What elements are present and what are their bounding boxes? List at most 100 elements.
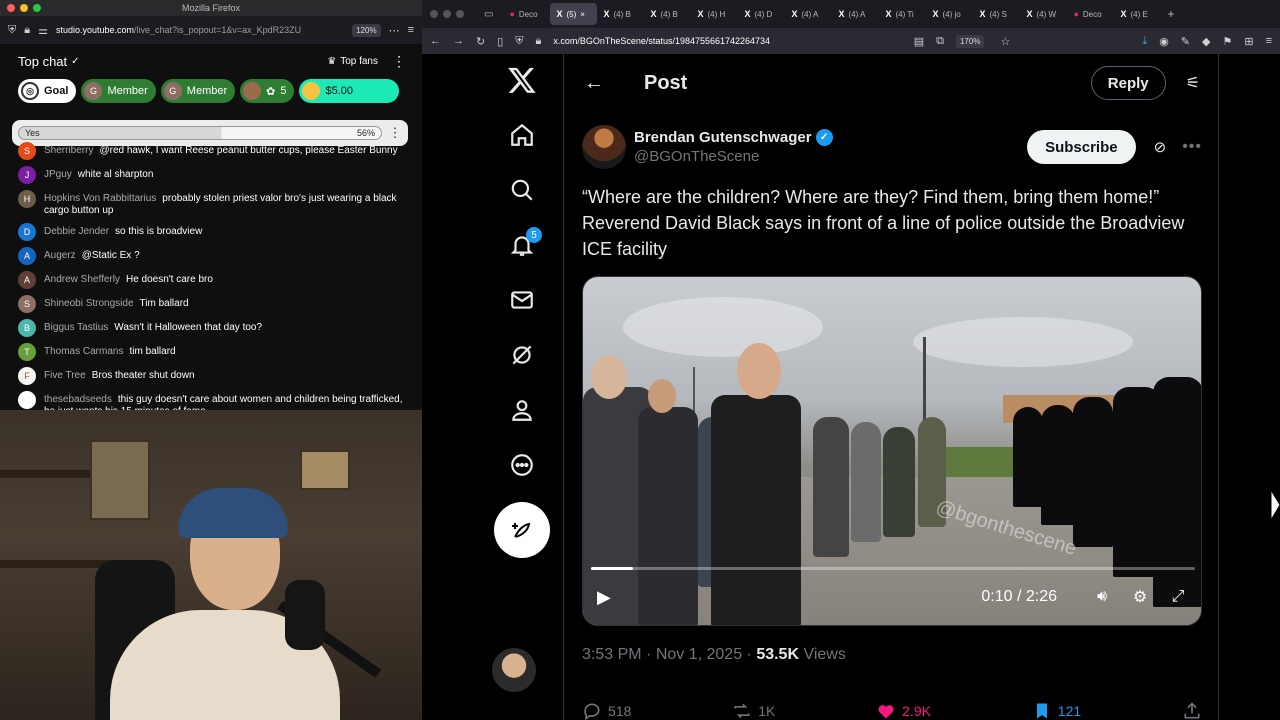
- zoom-level[interactable]: 170%: [955, 34, 985, 48]
- account-avatar[interactable]: [492, 648, 536, 692]
- browser-tab[interactable]: X (4) A: [832, 3, 879, 25]
- chat-message[interactable]: F Five Tree Bros theater shut down: [18, 367, 410, 385]
- chat-message[interactable]: D Debbie Jender so this is broadview: [18, 223, 410, 241]
- menu-icon[interactable]: ≡: [1266, 35, 1272, 47]
- notifications-bell-icon[interactable]: 5: [500, 223, 544, 267]
- settings-gear-icon[interactable]: ⚙: [1129, 586, 1151, 608]
- chat-message[interactable]: B Biggus Tastius Wasn't it Halloween that …: [18, 319, 410, 337]
- sliders-icon[interactable]: ⚟: [1186, 73, 1200, 93]
- volume-icon[interactable]: 🔊︎: [1091, 586, 1113, 608]
- browser-tab[interactable]: ● Deco: [1067, 3, 1114, 25]
- gift-chip[interactable]: ✿ 5: [240, 79, 295, 103]
- member-chip[interactable]: G Member: [160, 79, 236, 103]
- close-window-button[interactable]: [7, 4, 15, 12]
- video-player[interactable]: @bgonthescene ▶ 0:10 / 2:26 🔊︎ ⚙ ⤢: [582, 276, 1202, 626]
- chat-message[interactable]: thesebadseeds this guy doesn't care about…: [18, 391, 410, 410]
- avatar[interactable]: B: [18, 319, 36, 337]
- avatar[interactable]: A: [18, 247, 36, 265]
- chat-author-name[interactable]: Augerz: [44, 250, 76, 261]
- avatar[interactable]: D: [18, 223, 36, 241]
- subscribe-button[interactable]: Subscribe: [1027, 130, 1136, 164]
- extension-icon[interactable]: ✎: [1181, 35, 1190, 48]
- profile-icon[interactable]: [500, 388, 544, 432]
- search-icon[interactable]: [500, 168, 544, 212]
- grok-icon[interactable]: [500, 333, 544, 377]
- chat-message[interactable]: S Sherriberry @red hawk, I want Reese pean…: [18, 142, 410, 160]
- chat-message[interactable]: H Hopkins Von Rabbittarius probably stolen…: [18, 190, 410, 217]
- chat-author-name[interactable]: Biggus Tastius: [44, 322, 108, 333]
- tune-icon[interactable]: ⚌: [38, 24, 48, 37]
- chat-mode-dropdown[interactable]: Top chat ✓: [18, 54, 327, 69]
- author-name-row[interactable]: Brendan Gutenschwager ✓: [634, 129, 1027, 146]
- screenshot-icon[interactable]: ⧉: [936, 35, 944, 48]
- address-bar[interactable]: ⛨ 🔒︎ ⚌ studio.youtube.com/live_chat?is_p…: [0, 16, 422, 44]
- author-avatar[interactable]: [582, 125, 626, 169]
- browser-tab[interactable]: X (4) H: [691, 3, 738, 25]
- avatar[interactable]: S: [18, 142, 36, 160]
- browser-tab[interactable]: X (4) A: [785, 3, 832, 25]
- tab-overview-icon[interactable]: ▭: [484, 9, 493, 20]
- minimize-window-button[interactable]: [443, 10, 451, 18]
- browser-tab[interactable]: X (4) B: [597, 3, 644, 25]
- browser-tab[interactable]: ● Deco: [503, 3, 550, 25]
- post-date[interactable]: Nov 1, 2025: [656, 646, 742, 663]
- url-text[interactable]: studio.youtube.com/live_chat?is_popout=1…: [56, 25, 344, 35]
- avatar[interactable]: J: [18, 166, 36, 184]
- chat-author-name[interactable]: Sherriberry: [44, 145, 93, 156]
- close-tab-icon[interactable]: ×: [580, 10, 585, 19]
- new-tab-icon[interactable]: +: [1167, 7, 1174, 21]
- avatar[interactable]: H: [18, 190, 36, 208]
- super-chat-chip[interactable]: $5.00: [299, 79, 400, 103]
- lock-icon[interactable]: 🔒︎: [24, 24, 30, 37]
- compose-post-button[interactable]: [494, 502, 550, 558]
- maximize-window-button[interactable]: [33, 4, 41, 12]
- browser-tab[interactable]: X (4) Ti: [879, 3, 926, 25]
- x-logo-icon[interactable]: [500, 58, 544, 102]
- browser-tab[interactable]: X (4) S: [973, 3, 1020, 25]
- reader-icon[interactable]: ▤: [914, 35, 924, 48]
- download-icon[interactable]: ⤓: [1142, 35, 1147, 48]
- extension-icon[interactable]: ⚑: [1222, 35, 1232, 48]
- chat-author-name[interactable]: Shineobi Strongside: [44, 298, 134, 309]
- chat-author-name[interactable]: Five Tree: [44, 370, 86, 381]
- shield-icon[interactable]: ⛨: [515, 35, 523, 48]
- like-action[interactable]: 2.9K: [876, 701, 931, 720]
- chat-author-name[interactable]: JPguy: [44, 169, 72, 180]
- browser-tab[interactable]: X (5) ×: [550, 3, 598, 25]
- play-icon[interactable]: ▶: [597, 587, 611, 608]
- more-options-icon[interactable]: •••: [1182, 138, 1202, 156]
- chat-message[interactable]: S Shineobi Strongside Tim ballard: [18, 295, 410, 313]
- avatar[interactable]: F: [18, 367, 36, 385]
- poll-menu-icon[interactable]: ⋮: [388, 125, 402, 141]
- kebab-menu-icon[interactable]: ⋮: [392, 53, 406, 70]
- author-handle[interactable]: @BGOnTheScene: [634, 148, 1027, 165]
- grok-icon[interactable]: ⊘: [1154, 138, 1167, 156]
- post-time[interactable]: 3:53 PM: [582, 646, 642, 663]
- menu-icon[interactable]: ≡: [408, 24, 414, 36]
- shield-icon[interactable]: ⛨: [8, 24, 16, 37]
- minimize-window-button[interactable]: [20, 4, 28, 12]
- extension-icon[interactable]: ⊞: [1244, 35, 1253, 48]
- home-icon[interactable]: [500, 113, 544, 157]
- bookmark-star-icon[interactable]: ☆: [1000, 35, 1010, 48]
- reply-button[interactable]: Reply: [1090, 66, 1166, 100]
- goal-chip[interactable]: ◎ Goal: [18, 79, 77, 103]
- back-arrow-icon[interactable]: ←: [584, 72, 614, 95]
- repost-action[interactable]: 1K: [732, 701, 775, 720]
- author-name[interactable]: Brendan Gutenschwager: [634, 129, 812, 146]
- close-window-button[interactable]: [430, 10, 438, 18]
- chat-message[interactable]: T Thomas Carmans tim ballard: [18, 343, 410, 361]
- member-chip[interactable]: G Member: [81, 79, 156, 103]
- video-progress-bar[interactable]: [591, 567, 1195, 570]
- more-icon[interactable]: ⋯: [389, 24, 400, 37]
- chat-author-name[interactable]: Hopkins Von Rabbittarius: [44, 193, 156, 204]
- avatar[interactable]: S: [18, 295, 36, 313]
- poll-option-bar[interactable]: Yes 56%: [18, 126, 382, 140]
- url-text[interactable]: x.com/BGOnTheScene/status/19847556617422…: [553, 36, 901, 46]
- chat-message[interactable]: A Augerz @Static Ex ?: [18, 247, 410, 265]
- chat-message-list[interactable]: S Sherriberry @red hawk, I want Reese pean…: [18, 142, 410, 410]
- forward-icon[interactable]: →: [453, 35, 464, 47]
- reply-action[interactable]: 518: [582, 701, 631, 720]
- browser-tab[interactable]: X (4) D: [738, 3, 785, 25]
- reload-icon[interactable]: ↻: [476, 35, 485, 48]
